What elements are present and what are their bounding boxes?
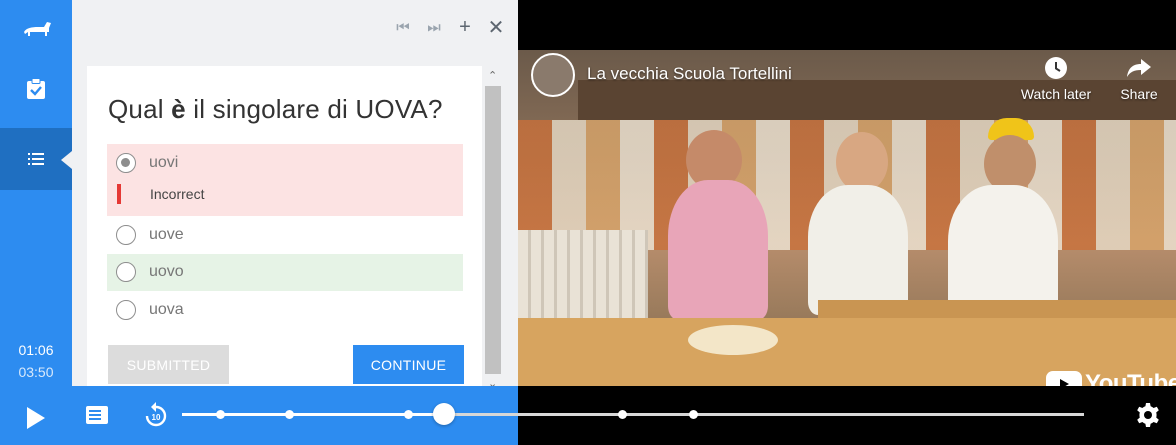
gear-icon: [1137, 403, 1159, 427]
expand-button[interactable]: +: [451, 13, 479, 41]
radio-button[interactable]: [116, 262, 136, 282]
notes-icon: [86, 406, 108, 424]
close-button[interactable]: ✕: [482, 13, 510, 41]
chapter-marker[interactable]: [688, 410, 698, 419]
radio-button[interactable]: [116, 225, 136, 245]
scroll-up-arrow-icon[interactable]: ⌃: [488, 69, 497, 82]
video-player[interactable]: La vecchia Scuola Tortellini Watch later…: [518, 0, 1176, 400]
rewind-10-icon: 10: [145, 402, 167, 427]
channel-avatar[interactable]: [531, 53, 575, 97]
list-tab[interactable]: [0, 128, 72, 190]
share-label: Share: [1120, 86, 1158, 102]
progress-track[interactable]: [182, 403, 1084, 425]
clipboard-check-icon: [27, 78, 45, 99]
chapter-marker[interactable]: [617, 410, 627, 419]
play-icon: [27, 407, 45, 429]
dachshund-logo-icon: [24, 22, 51, 36]
option-label: uovo: [149, 263, 184, 280]
question-text: Qual è il singolare di UOVA?: [108, 94, 443, 124]
submitted-button: SUBMITTED: [108, 345, 229, 384]
video-frame: [518, 50, 1176, 400]
chapter-marker[interactable]: [284, 410, 294, 419]
feedback-text: Incorrect: [150, 186, 205, 202]
answer-option-uova[interactable]: uova: [107, 292, 463, 329]
panel-scrollbar[interactable]: ⌃ ⌄: [483, 66, 503, 399]
rewind-10-button[interactable]: 10: [142, 400, 170, 430]
radio-button[interactable]: [116, 153, 136, 173]
radio-button[interactable]: [116, 300, 136, 320]
share-button[interactable]: Share: [1106, 56, 1172, 102]
list-icon: [28, 153, 44, 165]
last-question-button[interactable]: ⏭: [420, 13, 448, 41]
clock-icon: [1045, 57, 1067, 79]
answer-option-uove[interactable]: uove: [107, 217, 463, 254]
share-arrow-icon: [1127, 59, 1151, 77]
option-label: uova: [149, 301, 184, 318]
notes-button[interactable]: [84, 402, 110, 428]
progress-knob[interactable]: [432, 403, 455, 425]
sidebar: 01:06 03:50: [0, 0, 72, 400]
answer-option-uovo[interactable]: uovo: [107, 254, 463, 291]
watch-later-button[interactable]: Watch later: [1020, 56, 1092, 102]
answer-option-uovi[interactable]: uovi Incorrect: [107, 144, 463, 216]
current-time: 01:06: [18, 342, 54, 358]
scroll-thumb[interactable]: [485, 86, 501, 374]
continue-button[interactable]: CONTINUE: [353, 345, 464, 384]
quiz-panel: ⏮ ⏭ + ✕ Qual è il singolare di UOVA? uov…: [72, 0, 518, 400]
chapter-marker[interactable]: [403, 410, 413, 419]
quiz-tab[interactable]: [0, 58, 72, 120]
panel-toolbar: ⏮ ⏭ + ✕: [386, 0, 518, 54]
incorrect-marker: [117, 184, 121, 204]
svg-text:10: 10: [152, 413, 161, 422]
option-label: uovi: [149, 154, 179, 171]
play-button[interactable]: [18, 400, 54, 436]
total-time: 03:50: [18, 364, 54, 380]
video-title[interactable]: La vecchia Scuola Tortellini: [587, 64, 792, 84]
player-controls: 10: [0, 386, 1176, 445]
first-question-button[interactable]: ⏮: [389, 13, 417, 41]
option-label: uove: [149, 226, 184, 243]
settings-button[interactable]: [1133, 400, 1163, 430]
question-card: Qual è il singolare di UOVA? uovi Incorr…: [87, 66, 482, 399]
watch-later-label: Watch later: [1020, 86, 1092, 102]
